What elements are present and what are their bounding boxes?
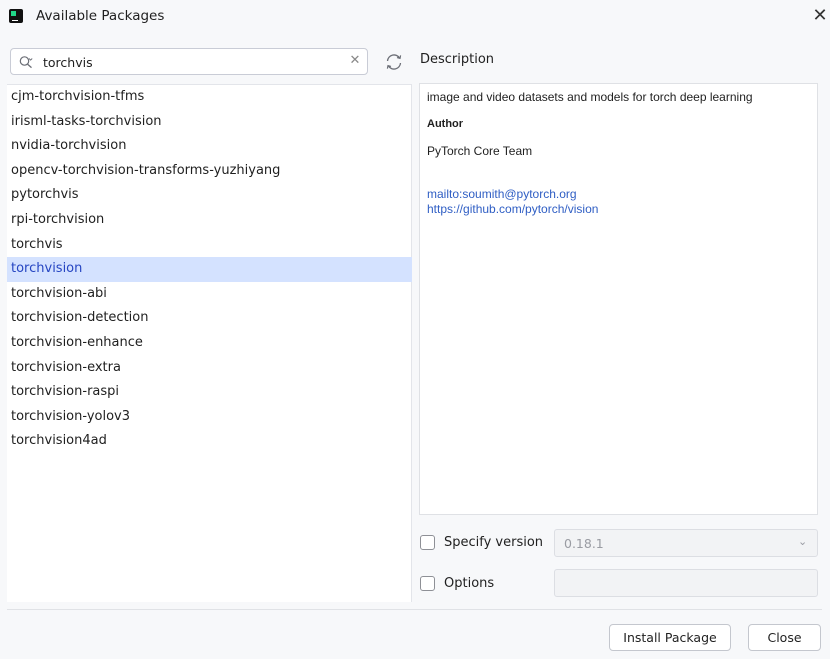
package-list-item[interactable]: torchvision [7,257,412,282]
version-value: 0.18.1 [564,536,604,551]
search-input[interactable] [43,53,343,71]
options-input[interactable] [554,569,818,597]
footer-divider [7,609,822,610]
install-package-button[interactable]: Install Package [609,624,731,651]
homepage-link[interactable]: https://github.com/pytorch/vision [427,202,598,216]
description-header: Description [420,52,495,67]
window-title: Available Packages [36,8,165,24]
package-list-item[interactable]: torchvis [7,233,412,258]
search-icon [19,56,33,69]
chevron-down-icon: ⌄ [798,535,808,548]
search-box[interactable]: ✕ [10,48,368,75]
package-list-item[interactable]: opencv-torchvision-transforms-yuzhiyang [7,159,412,184]
author-name: PyTorch Core Team [427,144,533,158]
pycharm-icon [9,9,23,23]
package-list-item[interactable]: torchvision-detection [7,306,412,331]
package-list-item[interactable]: cjm-torchvision-tfms [7,85,412,110]
package-list-item[interactable]: rpi-torchvision [7,208,412,233]
description-panel: image and video datasets and models for … [419,83,818,515]
package-list-item[interactable]: pytorchvis [7,183,412,208]
email-link[interactable]: mailto:soumith@pytorch.org [427,187,577,201]
description-summary: image and video datasets and models for … [427,90,753,104]
clear-icon[interactable]: ✕ [347,52,363,70]
package-list-item[interactable]: irisml-tasks-torchvision [7,110,412,135]
package-list-item[interactable]: torchvision-enhance [7,331,412,356]
close-button[interactable]: Close [748,624,821,651]
specify-version-checkbox[interactable] [420,535,435,550]
title-bar: Available Packages ✕ [0,0,830,36]
refresh-icon[interactable] [381,49,407,75]
package-list-item[interactable]: torchvision4ad [7,429,412,454]
close-icon[interactable]: ✕ [809,5,830,27]
package-list-item[interactable]: torchvision-raspi [7,380,412,405]
package-list[interactable]: cjm-torchvision-tfms irisml-tasks-torchv… [7,84,412,602]
options-checkbox[interactable] [420,576,435,591]
specify-version-label: Specify version [444,535,544,550]
package-list-item[interactable]: torchvision-yolov3 [7,405,412,430]
options-label: Options [444,576,495,591]
package-list-item[interactable]: nvidia-torchvision [7,134,412,159]
package-list-item[interactable]: torchvision-extra [7,356,412,381]
version-select[interactable]: 0.18.1 ⌄ [554,529,818,557]
package-list-item[interactable]: torchvision-abi [7,282,412,307]
author-label: Author [427,118,464,130]
